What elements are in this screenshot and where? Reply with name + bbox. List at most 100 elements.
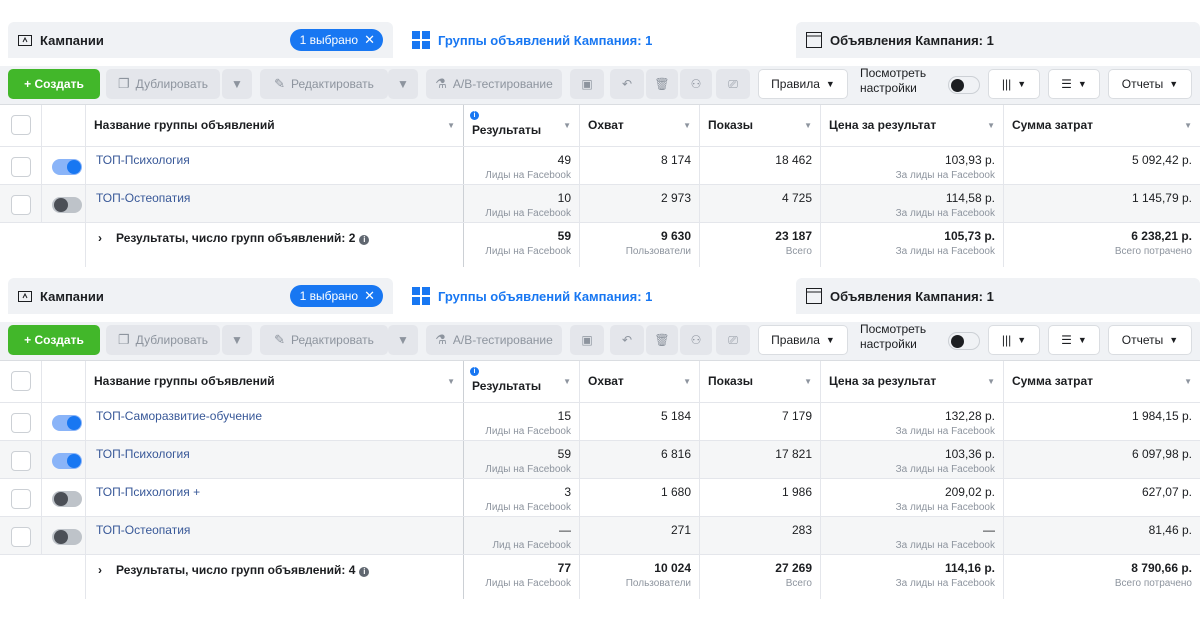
create-button[interactable]: + Создать (8, 325, 100, 355)
adset-status-toggle[interactable] (52, 529, 82, 545)
audience-button[interactable]: ⚇ (680, 325, 712, 355)
adset-name-link[interactable]: ТОП-Психология (96, 153, 190, 167)
row-checkbox[interactable] (11, 451, 31, 471)
edit-dropdown-button[interactable]: ▼ (388, 69, 418, 99)
tab-ads[interactable]: Объявления Кампания: 1 (796, 278, 1200, 314)
sort-icon[interactable]: ▼ (804, 121, 812, 130)
column-header-name[interactable]: Название группы объявлений ▼ (86, 105, 464, 146)
info-icon[interactable]: i (359, 235, 370, 245)
breakdown-button[interactable]: ☰ ▼ (1048, 69, 1100, 99)
delete-button[interactable]: 🗑 (646, 325, 678, 355)
undo-button[interactable]: ↶ (610, 325, 644, 355)
sort-icon[interactable]: ▼ (804, 377, 812, 386)
totals-label[interactable]: › Результаты, число групп объявлений: 2i (98, 231, 370, 245)
sort-icon[interactable]: ▼ (987, 121, 995, 130)
adset-status-toggle[interactable] (52, 197, 82, 213)
sort-icon[interactable]: ▼ (563, 121, 571, 130)
row-checkbox[interactable] (11, 157, 31, 177)
adset-name-link[interactable]: ТОП-Саморазвитие-обучение (96, 409, 262, 423)
tab-ads[interactable]: Объявления Кампания: 1 (796, 22, 1200, 58)
columns-button[interactable]: ||| ▼ (988, 69, 1040, 99)
undo-button[interactable]: ↶ (610, 69, 644, 99)
column-header-reach[interactable]: Охват ▼ (580, 361, 700, 402)
duplicate-button[interactable]: ❐ Дублировать (106, 69, 220, 99)
audience-button[interactable]: ⚇ (680, 69, 712, 99)
select-all-checkbox[interactable] (11, 371, 31, 391)
table-row[interactable]: ТОП-Психология + 3 Лиды на Facebook 1 680… (0, 479, 1200, 517)
tab-ad-sets[interactable]: Группы объявлений Кампания: 1 (402, 22, 782, 58)
column-header-amount-spent[interactable]: Сумма затрат ▼ (1004, 361, 1200, 402)
columns-button[interactable]: ||| ▼ (988, 325, 1040, 355)
sort-icon[interactable]: ▼ (1184, 121, 1192, 130)
preview-button[interactable]: ⎚ (716, 69, 750, 99)
adset-name-link[interactable]: ТОП-Психология + (96, 485, 200, 499)
sort-icon[interactable]: ▼ (447, 121, 455, 130)
duplicate-dropdown-button[interactable]: ▼ (222, 69, 252, 99)
tab-campaigns[interactable]: Кампании 1 выбрано ✕ (8, 22, 393, 58)
duplicate-button[interactable]: ❐ Дублировать (106, 325, 220, 355)
preview-button[interactable]: ⎚ (716, 325, 750, 355)
totals-label[interactable]: › Результаты, число групп объявлений: 4i (98, 563, 370, 577)
sort-icon[interactable]: ▼ (987, 377, 995, 386)
select-all-checkbox[interactable] (11, 115, 31, 135)
reports-button[interactable]: Отчеты ▼ (1108, 325, 1192, 355)
view-settings-label[interactable]: Посмотреть настройки (860, 322, 926, 352)
view-settings-toggle[interactable] (948, 332, 980, 350)
edit-button[interactable]: ✎ Редактировать (260, 325, 388, 355)
column-header-impressions[interactable]: Показы ▼ (700, 361, 821, 402)
sort-icon[interactable]: ▼ (447, 377, 455, 386)
column-header-cost-per-result[interactable]: Цена за результат ▼ (821, 361, 1004, 402)
sort-icon[interactable]: ▼ (683, 121, 691, 130)
rules-button[interactable]: Правила ▼ (758, 325, 848, 355)
table-row[interactable]: ТОП-Психология 49 Лиды на Facebook 8 174 … (0, 147, 1200, 185)
adset-status-toggle[interactable] (52, 453, 82, 469)
column-header-name[interactable]: Название группы объявлений ▼ (86, 361, 464, 402)
row-checkbox[interactable] (11, 527, 31, 547)
breakdown-button[interactable]: ☰ ▼ (1048, 325, 1100, 355)
row-checkbox[interactable] (11, 413, 31, 433)
chevron-right-icon[interactable]: › (98, 563, 102, 577)
close-icon[interactable]: ✕ (364, 288, 375, 304)
info-icon[interactable]: i (470, 111, 479, 120)
chevron-right-icon[interactable]: › (98, 231, 102, 245)
delete-draft-button[interactable]: ▣ (570, 325, 604, 355)
tab-ad-sets[interactable]: Группы объявлений Кампания: 1 (402, 278, 782, 314)
column-header-reach[interactable]: Охват ▼ (580, 105, 700, 146)
row-checkbox[interactable] (11, 195, 31, 215)
column-header-results[interactable]: i Результаты ▼ (464, 105, 580, 146)
adset-status-toggle[interactable] (52, 159, 82, 175)
create-button[interactable]: + Создать (8, 69, 100, 99)
sort-icon[interactable]: ▼ (683, 377, 691, 386)
adset-status-toggle[interactable] (52, 415, 82, 431)
column-header-amount-spent[interactable]: Сумма затрат ▼ (1004, 105, 1200, 146)
edit-dropdown-button[interactable]: ▼ (388, 325, 418, 355)
column-header-cost-per-result[interactable]: Цена за результат ▼ (821, 105, 1004, 146)
view-settings-label[interactable]: Посмотреть настройки (860, 66, 926, 96)
edit-button[interactable]: ✎ Редактировать (260, 69, 388, 99)
rules-button[interactable]: Правила ▼ (758, 69, 848, 99)
reports-button[interactable]: Отчеты ▼ (1108, 69, 1192, 99)
adset-name-link[interactable]: ТОП-Психология (96, 447, 190, 461)
info-icon[interactable]: i (359, 567, 370, 577)
selected-count-pill[interactable]: 1 выбрано ✕ (289, 29, 383, 51)
column-header-results[interactable]: i Результаты ▼ (464, 361, 580, 402)
selected-count-pill[interactable]: 1 выбрано ✕ (289, 285, 383, 307)
close-icon[interactable]: ✕ (364, 32, 375, 48)
ab-test-button[interactable]: ⚗ A/B-тестирование (426, 325, 562, 355)
sort-icon[interactable]: ▼ (1184, 377, 1192, 386)
tab-campaigns[interactable]: Кампании 1 выбрано ✕ (8, 278, 393, 314)
delete-button[interactable]: 🗑 (646, 69, 678, 99)
table-row[interactable]: ТОП-Остеопатия — Лид на Facebook 271 283 … (0, 517, 1200, 555)
adset-name-link[interactable]: ТОП-Остеопатия (96, 523, 190, 537)
info-icon[interactable]: i (470, 367, 479, 376)
adset-name-link[interactable]: ТОП-Остеопатия (96, 191, 190, 205)
sort-icon[interactable]: ▼ (563, 377, 571, 386)
adset-status-toggle[interactable] (52, 491, 82, 507)
table-row[interactable]: ТОП-Саморазвитие-обучение 15 Лиды на Face… (0, 403, 1200, 441)
table-row[interactable]: ТОП-Остеопатия 10 Лиды на Facebook 2 973 … (0, 185, 1200, 223)
table-row[interactable]: ТОП-Психология 59 Лиды на Facebook 6 816 … (0, 441, 1200, 479)
ab-test-button[interactable]: ⚗ A/B-тестирование (426, 69, 562, 99)
column-header-impressions[interactable]: Показы ▼ (700, 105, 821, 146)
view-settings-toggle[interactable] (948, 76, 980, 94)
duplicate-dropdown-button[interactable]: ▼ (222, 325, 252, 355)
